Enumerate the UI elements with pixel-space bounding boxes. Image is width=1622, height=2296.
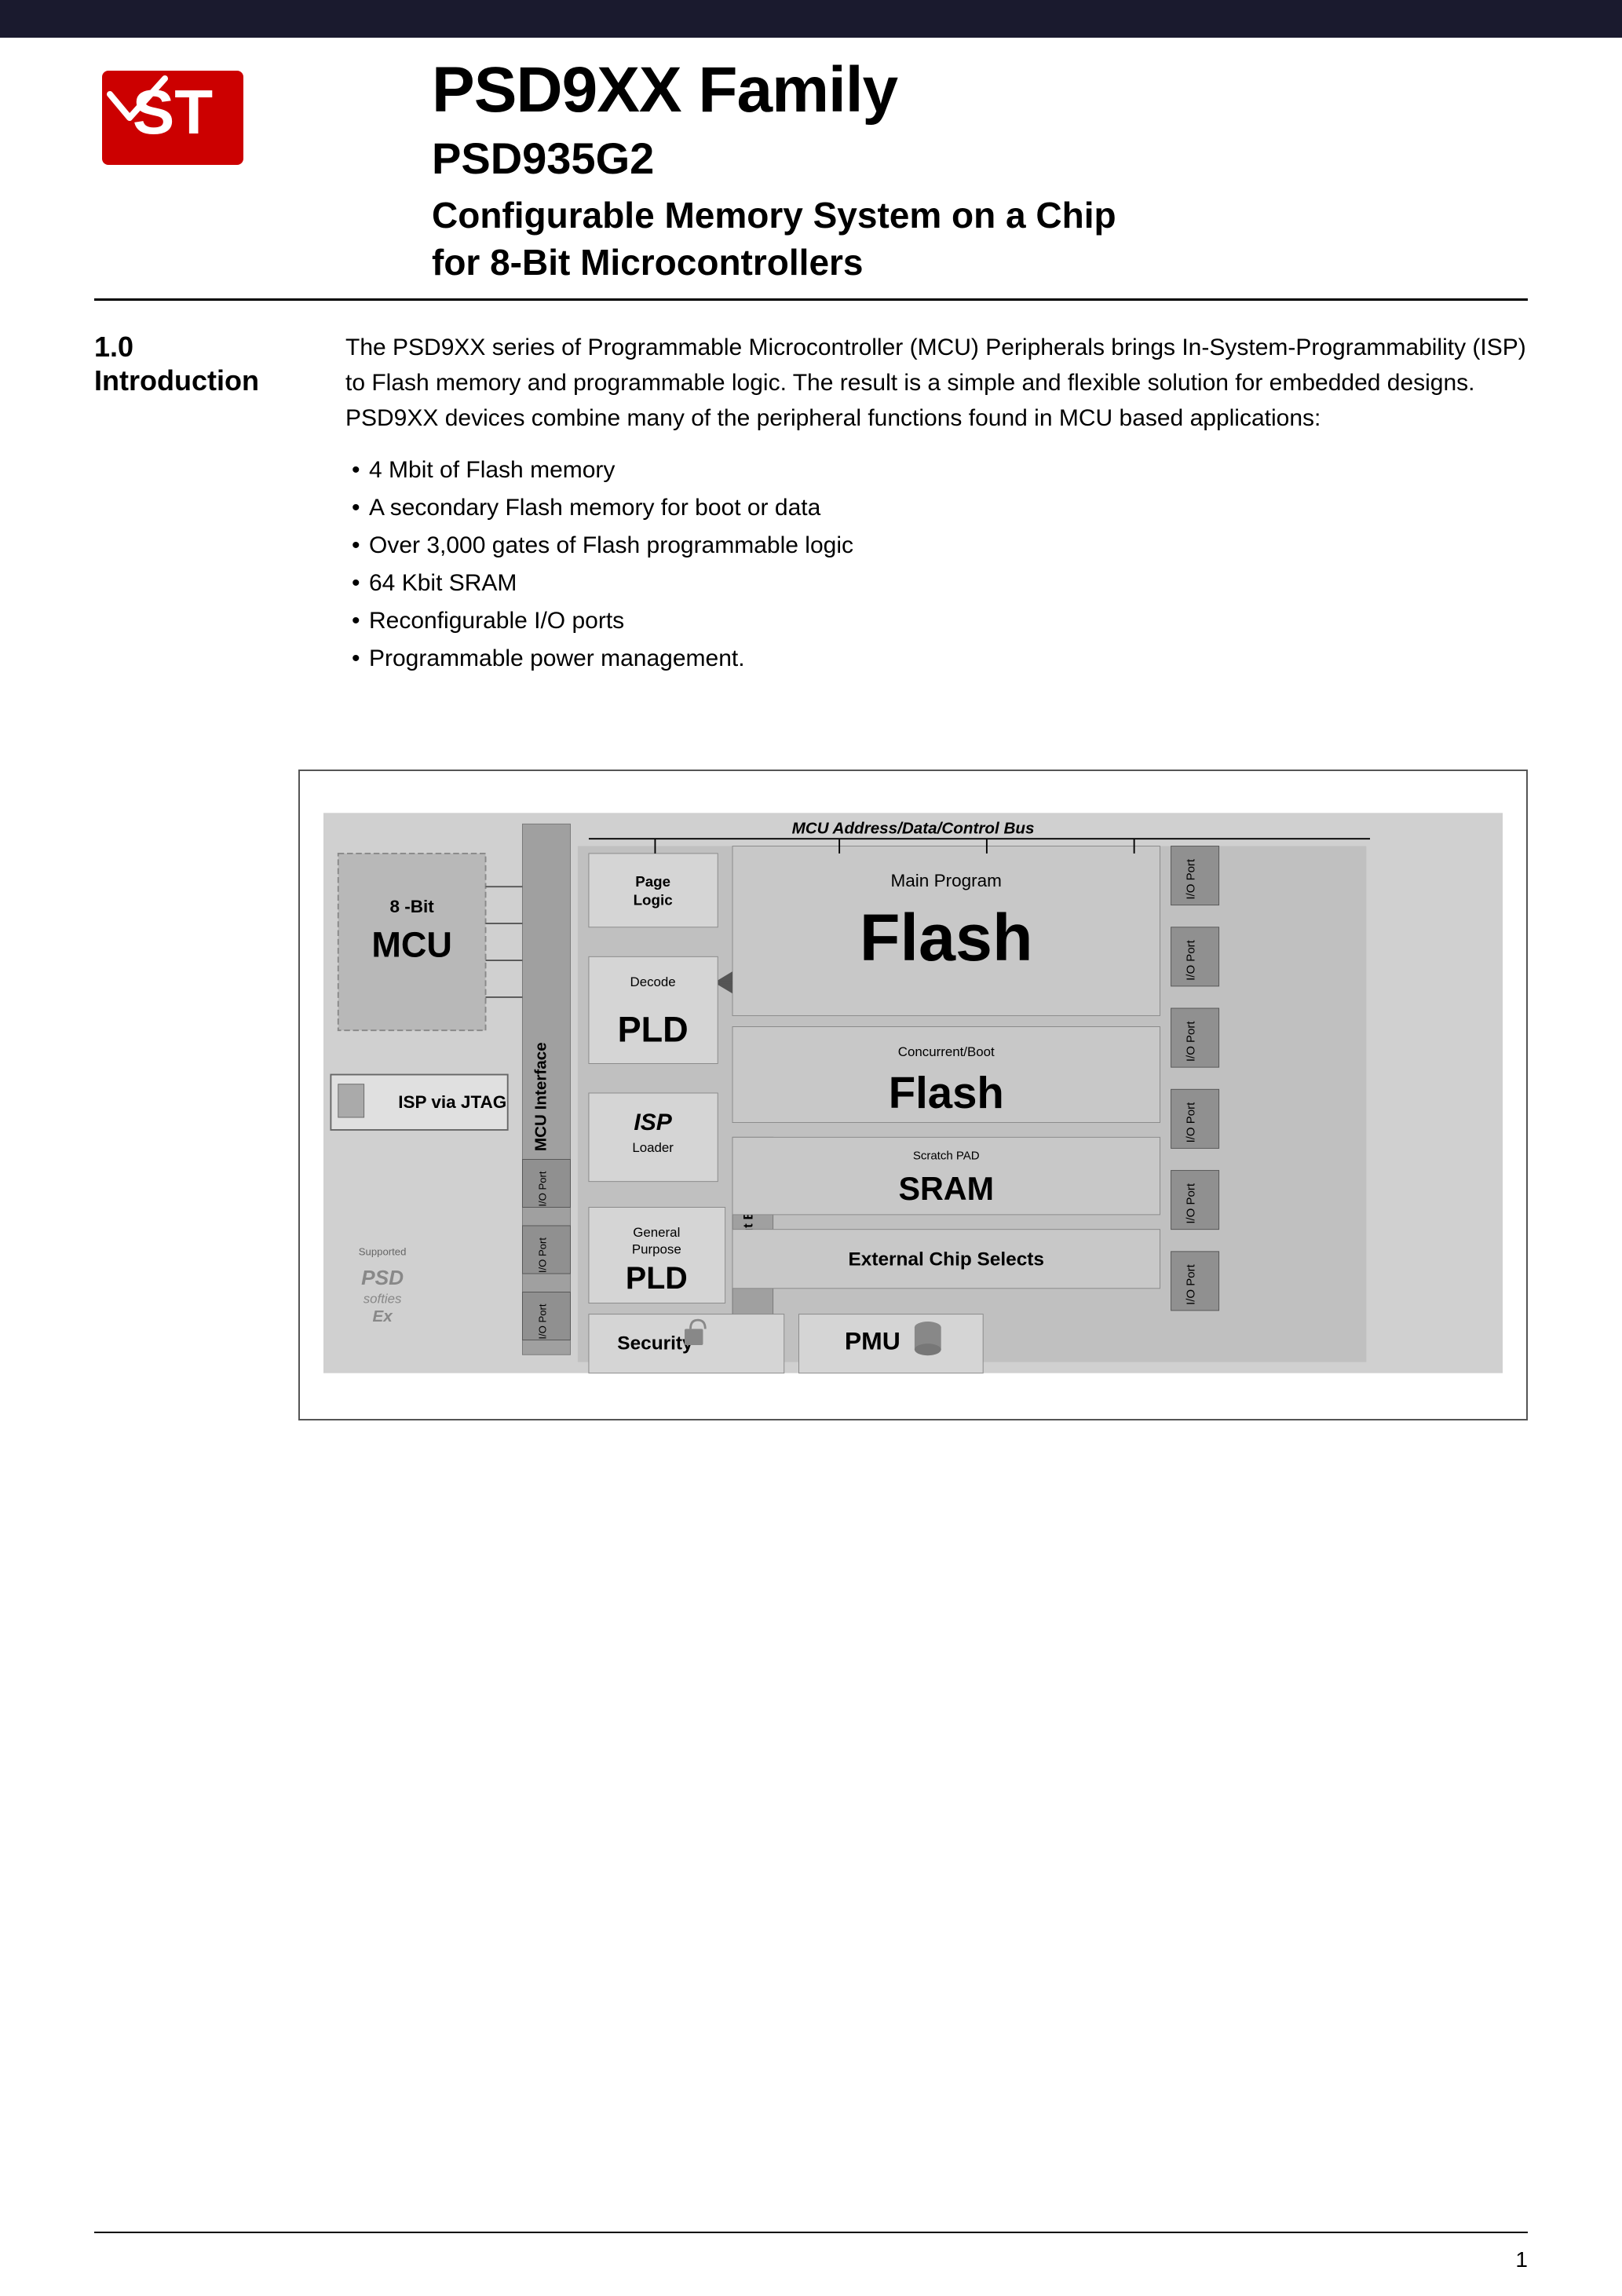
list-item: 64 Kbit SRAM: [345, 565, 1528, 602]
svg-text:PLD: PLD: [626, 1261, 688, 1296]
list-item: 4 Mbit of Flash memory: [345, 452, 1528, 489]
st-logo-area: ST: [94, 63, 267, 188]
svg-text:External Chip Selects: External Chip Selects: [849, 1249, 1044, 1270]
svg-text:Flash: Flash: [860, 901, 1033, 974]
list-item: Programmable power management.: [345, 640, 1528, 678]
svg-text:Flash: Flash: [889, 1068, 1004, 1117]
header-bar: [0, 0, 1622, 38]
page-number: 1: [1515, 2247, 1528, 2272]
svg-text:I/O Port: I/O Port: [1185, 1183, 1198, 1224]
section-content: The PSD9XX series of Programmable Microc…: [345, 330, 1528, 678]
desc-line2: for 8-Bit Microcontrollers: [432, 242, 864, 283]
svg-text:PLD: PLD: [618, 1009, 689, 1049]
isp-loader-block: [589, 1093, 718, 1182]
svg-text:ISP via JTAG: ISP via JTAG: [398, 1092, 506, 1112]
svg-text:Main Program: Main Program: [891, 871, 1002, 890]
list-item: A secondary Flash memory for boot or dat…: [345, 489, 1528, 527]
svg-text:MCU Interface: MCU Interface: [532, 1042, 550, 1151]
footer-divider: [94, 2232, 1528, 2233]
content-area: 1.0 Introduction The PSD9XX series of Pr…: [94, 330, 1528, 678]
svg-text:Ex: Ex: [372, 1307, 393, 1325]
bullet-list: 4 Mbit of Flash memory A secondary Flash…: [345, 452, 1528, 678]
svg-text:ST: ST: [133, 77, 213, 147]
svg-text:I/O Port: I/O Port: [1185, 1263, 1198, 1305]
page-logic-block: [589, 854, 718, 927]
svg-text:I/O Port: I/O Port: [1185, 858, 1198, 900]
svg-text:General: General: [633, 1225, 680, 1240]
svg-text:I/O Port: I/O Port: [537, 1238, 549, 1274]
svg-text:Concurrent/Boot: Concurrent/Boot: [898, 1044, 995, 1059]
svg-text:Purpose: Purpose: [632, 1242, 681, 1257]
bus-label: MCU Address/Data/Control Bus: [792, 820, 1035, 838]
svg-text:Logic: Logic: [634, 892, 673, 909]
svg-text:Decode: Decode: [630, 974, 676, 989]
intro-paragraph: The PSD9XX series of Programmable Microc…: [345, 330, 1528, 436]
section-label: 1.0 Introduction: [94, 330, 298, 678]
svg-text:ISP: ISP: [634, 1110, 672, 1135]
list-item: Over 3,000 gates of Flash programmable l…: [345, 527, 1528, 565]
section-number: 1.0: [94, 330, 298, 364]
section-title: Introduction: [94, 364, 298, 397]
main-divider: [94, 298, 1528, 301]
svg-text:Supported: Supported: [359, 1246, 407, 1258]
svg-text:I/O Port: I/O Port: [1185, 1102, 1198, 1143]
svg-text:I/O Port: I/O Port: [537, 1303, 549, 1340]
svg-text:Security: Security: [617, 1333, 693, 1355]
svg-text:I/O Port: I/O Port: [1185, 939, 1198, 981]
svg-text:softies: softies: [363, 1292, 402, 1307]
svg-text:MCU: MCU: [371, 924, 452, 964]
svg-text:8 -Bit: 8 -Bit: [390, 897, 435, 916]
chip-diagram-svg: MCU Address/Data/Control Bus 8 -Bit MCU …: [323, 795, 1503, 1391]
list-item: Reconfigurable I/O ports: [345, 602, 1528, 640]
svg-text:PMU: PMU: [845, 1327, 901, 1355]
svg-text:Page: Page: [635, 873, 670, 890]
desc-line1: Configurable Memory System on a Chip: [432, 195, 1116, 236]
chip-diagram-container: MCU Address/Data/Control Bus 8 -Bit MCU …: [298, 770, 1528, 1420]
title-area: PSD9XX Family PSD935G2 Configurable Memo…: [432, 55, 1528, 287]
svg-text:SRAM: SRAM: [898, 1171, 994, 1207]
svg-text:I/O Port: I/O Port: [537, 1171, 549, 1207]
svg-text:I/O Port: I/O Port: [1185, 1021, 1198, 1062]
svg-text:Loader: Loader: [632, 1140, 674, 1155]
svg-text:Scratch PAD: Scratch PAD: [913, 1149, 980, 1162]
product-family-title: PSD9XX Family: [432, 55, 1528, 126]
product-description-title: Configurable Memory System on a Chip for…: [432, 192, 1528, 287]
product-number-title: PSD935G2: [432, 132, 1528, 185]
svg-text:PSD: PSD: [361, 1266, 404, 1289]
st-logo-svg: ST: [94, 63, 251, 173]
